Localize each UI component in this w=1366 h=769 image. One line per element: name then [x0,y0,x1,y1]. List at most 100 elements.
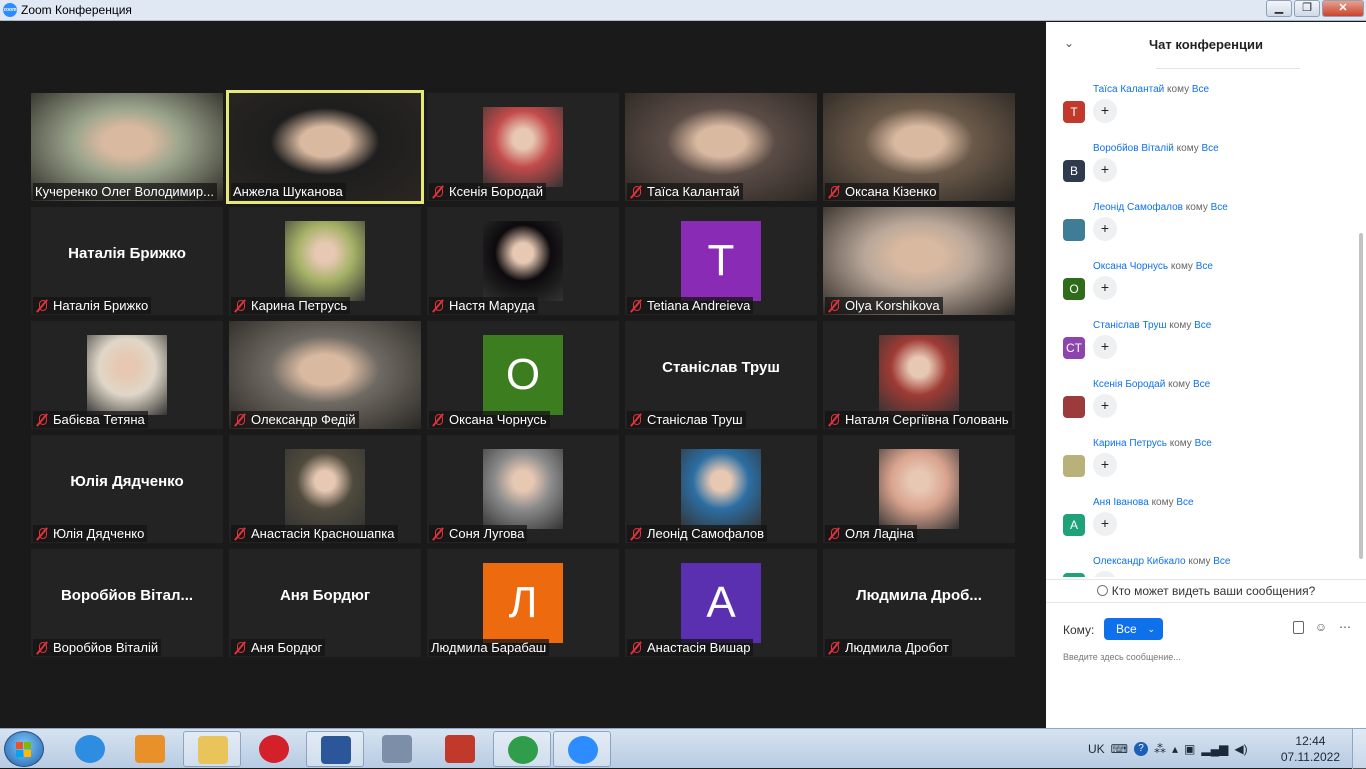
chat-message: Аня Іванова кому Все A + [1046,490,1346,549]
keyboard-icon[interactable]: ⌨ [1111,742,1128,756]
minimize-button[interactable]: ▁ [1266,0,1292,17]
emoji-icon[interactable]: ☺ [1314,620,1328,634]
media-player-icon [135,735,165,763]
taskbar-paint-app-button[interactable] [431,731,489,767]
file-icon[interactable] [1293,620,1304,634]
participant-name: Анастасія Вишар [647,640,751,655]
participant-tile[interactable]: Оля Ладіна [823,435,1015,543]
participant-name-label: Юлія Дядченко [33,525,148,542]
participant-name: Бабієва Тетяна [53,412,145,427]
participant-name-label: Наталія Брижко [33,297,152,314]
participant-name-label: Таїса Калантай [627,183,743,200]
add-reaction-button[interactable]: + [1093,99,1117,123]
add-reaction-button[interactable]: + [1093,217,1117,241]
add-reaction-button[interactable]: + [1093,512,1117,536]
participant-tile[interactable]: Настя Маруда [427,207,619,315]
taskbar-calculator-button[interactable] [368,731,426,767]
close-button[interactable]: ✕ [1322,0,1364,17]
participant-tile[interactable]: Анастасія Красношапка [229,435,421,543]
message-target: Все [1194,438,1212,449]
message-sender-line: Леонід Самофалов кому Все [1093,202,1228,213]
chat-message: Леонід Самофалов кому Все + [1046,195,1346,254]
participant-tile[interactable]: Людмила Дроб... Людмила Дробот [823,549,1015,657]
taskbar-file-explorer-button[interactable] [183,731,241,767]
muted-mic-icon [629,185,643,199]
scrollbar-thumb[interactable] [1359,233,1363,559]
participant-name-label: Станіслав Труш [627,411,746,428]
participant-tile[interactable]: Л Людмила Барабаш [427,549,619,657]
chat-header-divider [1156,68,1300,69]
sender-name[interactable]: Карина Петрусь [1093,438,1167,449]
sender-name[interactable]: Таїса Калантай [1093,84,1164,95]
sender-name[interactable]: Воробйов Віталій [1093,143,1174,154]
participant-tile[interactable]: Олександр Федій [229,321,421,429]
participant-initial-avatar: Л [483,563,563,643]
taskbar-internet-explorer-button[interactable] [61,731,119,767]
sender-name[interactable]: Станіслав Труш [1093,320,1167,331]
participant-tile[interactable]: Аня Бордюг Аня Бордюг [229,549,421,657]
word-icon [321,736,351,764]
add-reaction-button[interactable]: + [1093,394,1117,418]
participant-tile[interactable]: Таїса Калантай [625,93,817,201]
taskbar-zoom-button[interactable] [553,731,611,767]
sender-name[interactable]: Леонід Самофалов [1093,202,1183,213]
add-reaction-button[interactable]: + [1093,453,1117,477]
muted-mic-icon [629,299,643,313]
recipient-value: Все [1116,622,1137,636]
muted-mic-icon [35,527,49,541]
volume-icon[interactable]: ◀) [1234,742,1247,756]
muted-mic-icon [35,299,49,313]
add-reaction-button[interactable]: + [1093,571,1117,577]
participant-tile[interactable]: Леонід Самофалов [625,435,817,543]
notification-icon[interactable]: ⁂ [1154,742,1166,756]
show-desktop-button[interactable] [1352,729,1366,769]
participant-tile[interactable]: Соня Лугова [427,435,619,543]
participant-tile[interactable]: Бабієва Тетяна [31,321,223,429]
participant-tile[interactable]: Анжела Шуканова [226,90,424,204]
participant-tile[interactable]: Оксана Кізенко [823,93,1015,201]
message-sender-line: Аня Іванова кому Все [1093,497,1194,508]
start-button[interactable] [4,731,44,767]
participant-tile[interactable]: Olya Korshikova [823,207,1015,315]
participant-tile[interactable]: Станіслав Труш Станіслав Труш [625,321,817,429]
show-hidden-icons-icon[interactable]: ▴ [1172,742,1178,756]
participant-tile[interactable]: Наталія Брижко Наталія Брижко [31,207,223,315]
taskbar-word-button[interactable] [306,731,364,767]
participant-tile[interactable]: Ксенія Бородай [427,93,619,201]
help-icon[interactable]: ? [1134,742,1148,756]
recipient-dropdown[interactable]: Все ⌄ [1104,618,1163,640]
participant-name: Анжела Шуканова [233,184,343,199]
sender-name[interactable]: Оксана Чорнусь [1093,261,1168,272]
participant-tile[interactable]: Кучеренко Олег Володимир... [31,93,223,201]
add-reaction-button[interactable]: + [1093,276,1117,300]
language-indicator[interactable]: UK [1088,742,1105,756]
device-icon[interactable]: ▣ [1184,742,1195,756]
participant-tile[interactable]: Юлія Дядченко Юлія Дядченко [31,435,223,543]
participant-tile[interactable]: Воробйов Вітал... Воробйов Віталій [31,549,223,657]
clock[interactable]: 12:44 07.11.2022 [1281,733,1340,765]
taskbar-chrome-button[interactable] [493,731,551,767]
sender-name[interactable]: Ксенія Бородай [1093,379,1165,390]
participant-tile[interactable]: A Анастасія Вишар [625,549,817,657]
network-icon[interactable]: ▂▄▆ [1201,742,1228,756]
chrome-icon [508,736,538,764]
participant-tile[interactable]: Наталя Сергіївна Головань [823,321,1015,429]
add-reaction-button[interactable]: + [1093,335,1117,359]
sender-name[interactable]: Олександр Кибкало [1093,556,1186,567]
participant-tile[interactable]: Карина Петрусь [229,207,421,315]
chat-message: Ксенія Бородай кому Все + [1046,372,1346,431]
participant-name: Olya Korshikova [845,298,940,313]
chat-message: Станіслав Труш кому Все CT + [1046,313,1346,372]
more-icon[interactable]: ⋯ [1338,620,1352,634]
sender-name[interactable]: Аня Іванова [1093,497,1149,508]
restore-button[interactable]: ❐ [1294,0,1320,17]
participant-tile[interactable]: O Оксана Чорнусь [427,321,619,429]
taskbar-media-player-button[interactable] [121,731,179,767]
chat-scrollbar[interactable] [1358,67,1364,587]
taskbar-opera-button[interactable] [245,731,303,767]
message-input[interactable]: Введите здесь сообщение... [1063,652,1181,662]
participant-name-label: Анжела Шуканова [231,183,346,200]
who-can-see-link[interactable]: Кто может видеть ваши сообщения? [1046,579,1366,603]
add-reaction-button[interactable]: + [1093,158,1117,182]
participant-tile[interactable]: T Tetiana Andreieva [625,207,817,315]
